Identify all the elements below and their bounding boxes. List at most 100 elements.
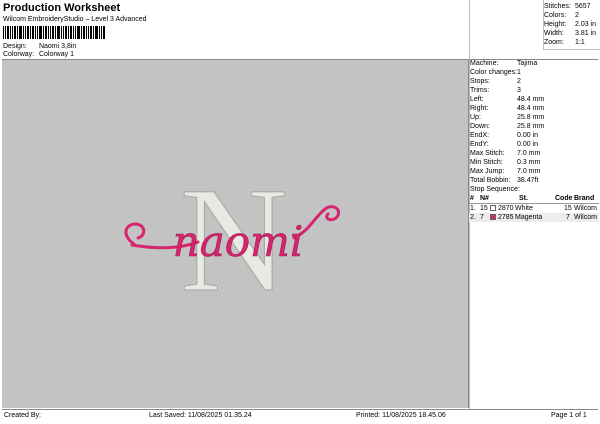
col-n: N#: [480, 195, 489, 202]
info-label: EndX:: [470, 132, 490, 139]
info-label: Max Jump:: [470, 168, 505, 175]
info-min-stitch: Min Stitch: 0.3 mm: [470, 159, 540, 166]
info-label: Min Stitch:: [470, 159, 503, 166]
stat-height: Height: 2.03 in: [544, 21, 596, 28]
info-left: Left: 48.4 mm: [470, 96, 544, 103]
left-swirl-curl: [124, 222, 146, 246]
stat-label: Stitches:: [544, 3, 571, 10]
col-num: #: [470, 195, 474, 202]
info-label: Trims:: [470, 87, 490, 94]
footer-divider: [2, 409, 598, 410]
info-color-changes: Color changes:1: [470, 69, 521, 76]
col-brand: Brand: [574, 195, 595, 202]
info-value: 25.8 mm: [517, 123, 545, 130]
info-label: EndY:: [470, 141, 489, 148]
created-by: Created By:: [4, 412, 41, 419]
info-label: Up:: [470, 114, 481, 121]
page-number: Page 1 of 1: [551, 412, 587, 419]
thread-swatch: [490, 205, 496, 211]
stat-value: 3.81 in: [575, 30, 597, 37]
last-saved: Last Saved: 11/08/2025 01.35.24: [149, 412, 252, 419]
sequence-row[interactable]: 2. 7 2785 Magenta 7 Wilcom: [469, 213, 599, 222]
stat-value: 2.03 in: [575, 21, 597, 28]
embroidery-design: N naomi: [124, 156, 341, 324]
design-row: Design: Naomi 3,8in: [3, 43, 76, 50]
stat-stitches: Stitches: 5657: [544, 3, 591, 10]
info-value: 48.4 mm: [517, 96, 545, 103]
info-total-bobbin: Total Bobbin: 38.47ft: [470, 177, 538, 184]
stat-label: Height:: [544, 21, 567, 28]
info-endy: EndY: 0.00 in: [470, 141, 538, 148]
colorway-value: Colorway 1: [38, 51, 74, 58]
row-num: 2.: [470, 214, 476, 221]
stat-label: Colors:: [544, 12, 567, 19]
info-value: 3: [517, 87, 521, 94]
barcode: [3, 26, 105, 39]
info-max-stitch: Max Stitch: 7.0 mm: [470, 150, 540, 157]
row-n: 15: [480, 205, 488, 212]
info-value: 7.0 mm: [517, 168, 541, 175]
stat-value: 1:1: [575, 39, 585, 46]
info-value: 2: [517, 78, 521, 85]
stop-sequence-header: # N# St. Code Brand: [469, 194, 599, 204]
row-thread-name: White: [515, 205, 533, 212]
info-label: Right:: [470, 105, 489, 112]
info-value: 1: [517, 69, 521, 76]
col-st: St.: [519, 195, 528, 202]
info-label: Color changes:: [470, 69, 518, 76]
colorway-label: Colorway:: [3, 51, 35, 58]
software-subtitle: Wilcom EmbroideryStudio – Level 3 Advanc…: [3, 16, 147, 23]
info-value: Tajima: [517, 60, 538, 67]
col-code: Code: [555, 195, 573, 202]
info-stops: Stops: 2: [470, 78, 521, 85]
row-n: 7: [480, 214, 484, 221]
info-endx: EndX: 0.00 in: [470, 132, 538, 139]
info-label: Left:: [470, 96, 484, 103]
page-title: Production Worksheet: [3, 2, 121, 14]
stat-value: 5657: [575, 3, 591, 10]
info-label: Stops:: [470, 78, 490, 85]
info-machine: Machine: Tajima: [470, 60, 537, 67]
info-value: 0.00 in: [517, 132, 539, 139]
info-label: Total Bobbin:: [470, 177, 511, 184]
info-value: 0.3 mm: [517, 159, 541, 166]
row-code: 7: [566, 214, 570, 221]
info-value: 25.8 mm: [517, 114, 545, 121]
info-label: Machine:: [470, 60, 499, 67]
row-thread-code: 2870: [498, 205, 514, 212]
info-down: Down: 25.8 mm: [470, 123, 544, 130]
row-code: 15: [564, 205, 572, 212]
design-label: Design:: [3, 43, 27, 50]
stop-sequence-title: Stop Sequence:: [470, 186, 520, 193]
stat-colors: Colors: 2: [544, 12, 579, 19]
info-panel: [469, 60, 599, 408]
info-trims: Trims: 3: [470, 87, 521, 94]
row-num: 1.: [470, 205, 476, 212]
info-label: Max Stitch:: [470, 150, 505, 157]
printed-date: Printed: 11/08/2025 18.45.06: [356, 412, 446, 419]
info-max-jump: Max Jump: 7.0 mm: [470, 168, 540, 175]
info-value: 0.00 in: [517, 141, 539, 148]
row-thread-name: Magenta: [515, 214, 543, 221]
row-thread-code: 2785: [498, 214, 514, 221]
row-brand: Wilcom: [574, 205, 597, 212]
row-brand: Wilcom: [574, 214, 597, 221]
info-value: 7.0 mm: [517, 150, 541, 157]
right-swirl-curl: [322, 205, 341, 222]
info-right: Right: 48.4 mm: [470, 105, 544, 112]
stat-label: Width:: [544, 30, 564, 37]
info-value: 38.47ft: [517, 177, 539, 184]
info-label: Down:: [470, 123, 490, 130]
design-value: Naomi 3,8in: [38, 43, 77, 50]
design-preview-canvas[interactable]: N naomi: [2, 60, 469, 408]
info-value: 48.4 mm: [517, 105, 545, 112]
thread-swatch: [490, 214, 496, 220]
stat-label: Zoom:: [544, 39, 564, 46]
stat-zoom: Zoom: 1:1: [544, 39, 585, 46]
sequence-row[interactable]: 1. 15 2870 White 15 Wilcom: [469, 204, 599, 213]
script-text: naomi: [173, 217, 304, 266]
colorway-row: Colorway: Colorway 1: [3, 51, 74, 58]
stat-width: Width: 3.81 in: [544, 30, 596, 37]
info-up: Up: 25.8 mm: [470, 114, 544, 121]
stat-value: 2: [575, 12, 579, 19]
